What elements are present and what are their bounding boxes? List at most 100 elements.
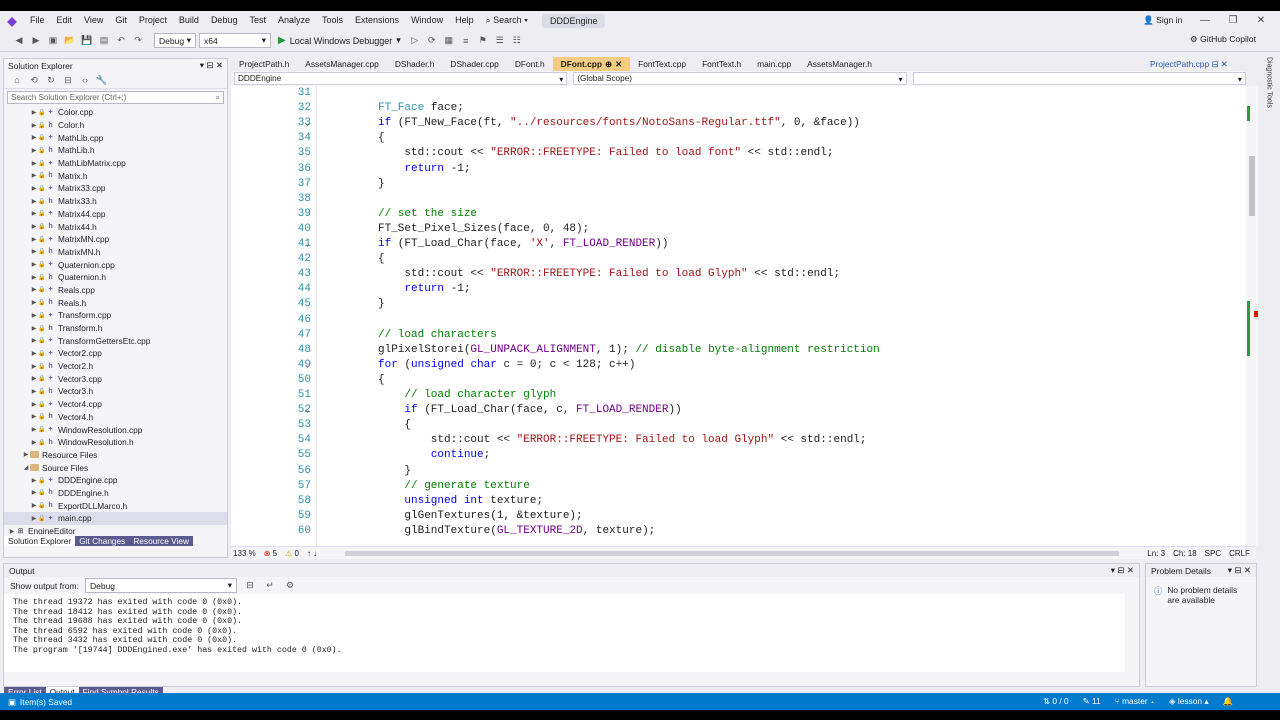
- code-line[interactable]: 51 // load character glyph: [231, 388, 1256, 403]
- code-line[interactable]: 32 FT_Face face;: [231, 101, 1256, 116]
- comment-icon[interactable]: ☰: [493, 34, 507, 48]
- code-editor[interactable]: 31 32 FT_Face face; 33 ⌄ if (FT_New_Face(ft, …: [231, 86, 1256, 546]
- tree-file[interactable]: ▶ 🔒 + Vector2.cpp: [4, 347, 227, 360]
- expand-arrow-icon[interactable]: ▶: [30, 426, 38, 433]
- tab-dshader-h[interactable]: DShader.h: [387, 57, 443, 71]
- expand-arrow-icon[interactable]: ▶: [30, 210, 38, 217]
- member-nav-select[interactable]: ▾: [912, 72, 1246, 85]
- tree-file[interactable]: ▶ 🔒 + Reals.cpp: [4, 284, 227, 297]
- edit-count[interactable]: ✎ 11: [1083, 696, 1101, 707]
- expand-arrow-icon[interactable]: ▶: [30, 236, 38, 243]
- menu-edit[interactable]: Edit: [51, 11, 79, 30]
- notifications-icon[interactable]: 🔔: [1223, 696, 1233, 707]
- code-line[interactable]: 39 // set the size: [231, 207, 1256, 222]
- expand-arrow-icon[interactable]: ▶: [30, 363, 38, 370]
- menu-git[interactable]: Git: [109, 11, 133, 30]
- tree-file[interactable]: ▶ 🔒 h MatrixMN.h: [4, 246, 227, 259]
- expand-arrow-icon[interactable]: ▶: [8, 528, 16, 534]
- home-icon[interactable]: ⌂: [10, 73, 24, 87]
- code-line[interactable]: 42 {: [231, 252, 1256, 267]
- tree-project[interactable]: ▶ ⊞ EngineEditor: [4, 525, 227, 534]
- expand-arrow-icon[interactable]: ▶: [30, 515, 38, 522]
- tab-resource-view[interactable]: Resource View: [129, 535, 193, 546]
- code-line[interactable]: 41 ⌄ if (FT_Load_Char(face, 'X', FT_LOAD_R…: [231, 237, 1256, 252]
- fold-chevron-icon[interactable]: ⌄: [305, 403, 315, 418]
- tab-dshader-cpp[interactable]: DShader.cpp: [442, 57, 506, 71]
- tree-file[interactable]: ▶ 🔒 + Color.cpp: [4, 106, 227, 119]
- code-line[interactable]: 47 // load characters: [231, 328, 1256, 343]
- panel-controls[interactable]: ▾ ⊟ ✕: [1111, 565, 1134, 576]
- code-line[interactable]: 57 // generate texture: [231, 479, 1256, 494]
- expand-arrow-icon[interactable]: ▶: [30, 477, 38, 484]
- tree-file[interactable]: ▶ 🔒 h Reals.h: [4, 296, 227, 309]
- code-line[interactable]: 34 {: [231, 131, 1256, 146]
- code-line[interactable]: 60 glBindTexture(GL_TEXTURE_2D, texture)…: [231, 524, 1256, 539]
- output-settings-icon[interactable]: ⚙: [283, 579, 297, 593]
- tree-file[interactable]: ▶ 🔒 + TransformGettersEtc.cpp: [4, 334, 227, 347]
- tree-file[interactable]: ▶ 🔒 + main.cpp: [4, 512, 227, 525]
- expand-arrow-icon[interactable]: ▶: [30, 502, 38, 509]
- tab-project-path-cpp[interactable]: ProjectPath.cpp ⊟ ✕: [1150, 57, 1228, 71]
- menu-window[interactable]: Window: [405, 11, 449, 30]
- save-all-icon[interactable]: ▤: [97, 34, 111, 48]
- code-line[interactable]: 44 return -1;: [231, 282, 1256, 297]
- code-line[interactable]: 46: [231, 313, 1256, 328]
- code-line[interactable]: 36 return -1;: [231, 162, 1256, 177]
- code-line[interactable]: 43 std::cout << "ERROR::FREETYPE: Failed…: [231, 267, 1256, 282]
- code-line[interactable]: 54 std::cout << "ERROR::FREETYPE: Failed…: [231, 433, 1256, 448]
- tree-file[interactable]: ▶ 🔒 + Matrix33.cpp: [4, 182, 227, 195]
- tree-file[interactable]: ▶ 🔒 h Vector3.h: [4, 385, 227, 398]
- diagnostic-tools-tab[interactable]: Diagnostic Tools: [1262, 57, 1276, 147]
- code-view-icon[interactable]: ‹›: [78, 73, 92, 87]
- expand-arrow-icon[interactable]: ◢: [22, 464, 30, 471]
- tree-file[interactable]: ▶ 🔒 + MathLibMatrix.cpp: [4, 157, 227, 170]
- tree-file[interactable]: ▶ 🔒 + Matrix44.cpp: [4, 208, 227, 221]
- menu-help[interactable]: Help: [449, 11, 480, 30]
- platform-select[interactable]: x64 ▾: [199, 33, 271, 48]
- expand-arrow-icon[interactable]: ▶: [30, 337, 38, 344]
- code-line[interactable]: 56 }: [231, 464, 1256, 479]
- tab-assetsmanager-h[interactable]: AssetsManager.h: [799, 57, 880, 71]
- error-count[interactable]: ⊗ 5: [264, 549, 277, 558]
- fold-chevron-icon[interactable]: ⌄: [305, 237, 315, 252]
- run-debugger-button[interactable]: ▶ Local Windows Debugger ▾: [274, 35, 405, 46]
- code-line[interactable]: 40 FT_Set_Pixel_Sizes(face, 0, 48);: [231, 222, 1256, 237]
- solution-search-input[interactable]: Search Solution Explorer (Ctrl+;) ⌕: [7, 91, 224, 104]
- copilot-button[interactable]: ⚙ GitHub Copilot: [1190, 34, 1256, 45]
- tree-folder[interactable]: ▶ Resource Files: [4, 449, 227, 462]
- code-line[interactable]: 38: [231, 192, 1256, 207]
- expand-arrow-icon[interactable]: ▶: [22, 451, 30, 458]
- run-without-debug-icon[interactable]: ▷: [408, 34, 422, 48]
- word-wrap-icon[interactable]: ↵: [263, 579, 277, 593]
- code-line[interactable]: 33 ⌄ if (FT_New_Face(ft, "../resources/fon…: [231, 116, 1256, 131]
- hot-reload-icon[interactable]: ⟳: [425, 34, 439, 48]
- expand-arrow-icon[interactable]: ▶: [30, 312, 38, 319]
- tree-file[interactable]: ▶ 🔒 + MathLib.cpp: [4, 131, 227, 144]
- code-line[interactable]: 31: [231, 86, 1256, 101]
- close-icon[interactable]: ✕: [1244, 11, 1278, 30]
- expand-arrow-icon[interactable]: ▶: [30, 489, 38, 496]
- spacing-mode[interactable]: SPC: [1205, 549, 1221, 558]
- fold-chevron-icon[interactable]: ⌄: [305, 116, 315, 131]
- tab-main-cpp[interactable]: main.cpp: [749, 57, 799, 71]
- tree-file[interactable]: ▶ 🔒 + DDDEngine.cpp: [4, 474, 227, 487]
- config-select[interactable]: Debug ▾: [154, 33, 196, 48]
- tree-file[interactable]: ▶ 🔒 h MathLib.h: [4, 144, 227, 157]
- tab-fonttext-h[interactable]: FontText.h: [694, 57, 749, 71]
- expand-arrow-icon[interactable]: ▶: [30, 401, 38, 408]
- menu-tools[interactable]: Tools: [316, 11, 349, 30]
- tab-fonttext-cpp[interactable]: FontText.cpp: [630, 57, 694, 71]
- tab-dfont-cpp[interactable]: DFont.cpp ⊕ ✕: [552, 57, 631, 71]
- tree-file[interactable]: ▶ 🔒 + Transform.cpp: [4, 309, 227, 322]
- refresh-icon[interactable]: ↻: [44, 73, 58, 87]
- expand-arrow-icon[interactable]: ▶: [30, 286, 38, 293]
- tree-folder[interactable]: ◢ Source Files: [4, 461, 227, 474]
- expand-arrow-icon[interactable]: ▶: [30, 185, 38, 192]
- menu-debug[interactable]: Debug: [205, 11, 244, 30]
- tree-file[interactable]: ▶ 🔒 h Vector2.h: [4, 360, 227, 373]
- tree-file[interactable]: ▶ 🔒 h WindowResolution.h: [4, 436, 227, 449]
- tree-file[interactable]: ▶ 🔒 h Color.h: [4, 119, 227, 132]
- expand-arrow-icon[interactable]: ▶: [30, 147, 38, 154]
- code-line[interactable]: 35 std::cout << "ERROR::FREETYPE: Failed…: [231, 146, 1256, 161]
- menu-view[interactable]: View: [78, 11, 109, 30]
